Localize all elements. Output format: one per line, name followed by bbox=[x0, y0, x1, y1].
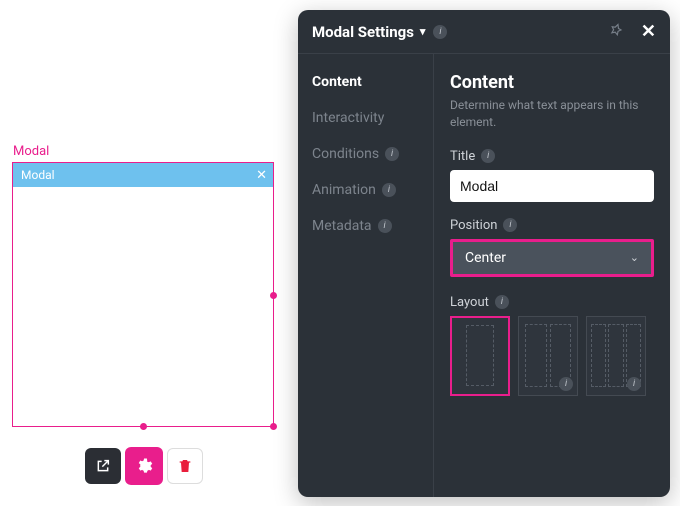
label-text: Position bbox=[450, 218, 497, 233]
position-select[interactable]: Center ⌄ bbox=[453, 242, 651, 274]
tab-label: Metadata bbox=[312, 218, 372, 234]
panel-title-text: Modal Settings bbox=[312, 23, 414, 41]
layout-option-single[interactable] bbox=[450, 316, 510, 396]
canvas-modal-title: Modal bbox=[21, 168, 55, 182]
info-icon: i bbox=[627, 377, 641, 391]
close-icon[interactable]: ✕ bbox=[641, 21, 656, 42]
settings-panel: Modal Settings ▾ i ✕ Content Interactivi… bbox=[298, 10, 670, 497]
pin-icon[interactable] bbox=[609, 23, 623, 41]
position-select-highlight: Center ⌄ bbox=[450, 239, 654, 277]
tab-interactivity[interactable]: Interactivity bbox=[312, 110, 419, 126]
layout-option-three-col[interactable]: i bbox=[586, 316, 646, 396]
info-icon[interactable]: i bbox=[503, 218, 517, 232]
label-text: Title bbox=[450, 149, 475, 164]
info-icon[interactable]: i bbox=[433, 25, 447, 39]
canvas-element-label: Modal bbox=[13, 144, 49, 159]
info-icon: i bbox=[385, 147, 399, 161]
tab-metadata[interactable]: Metadata i bbox=[312, 218, 419, 234]
tab-label: Interactivity bbox=[312, 110, 384, 126]
chevron-down-icon: ▾ bbox=[420, 25, 426, 38]
panel-title-dropdown[interactable]: Modal Settings ▾ bbox=[312, 23, 425, 41]
delete-button[interactable] bbox=[167, 448, 203, 484]
layout-field-label: Layout i bbox=[450, 295, 654, 310]
tab-label: Conditions bbox=[312, 146, 379, 162]
panel-header: Modal Settings ▾ i ✕ bbox=[298, 10, 670, 54]
tab-animation[interactable]: Animation i bbox=[312, 182, 419, 198]
panel-tabs: Content Interactivity Conditions i Anima… bbox=[298, 54, 434, 497]
canvas-modal[interactable]: Modal ✕ bbox=[12, 162, 274, 427]
settings-button[interactable] bbox=[128, 450, 160, 482]
info-icon[interactable]: i bbox=[481, 149, 495, 163]
canvas-modal-header[interactable]: Modal ✕ bbox=[13, 163, 273, 187]
tab-content[interactable]: Content bbox=[312, 74, 419, 90]
info-icon: i bbox=[382, 183, 396, 197]
chevron-down-icon: ⌄ bbox=[630, 251, 639, 264]
panel-content: Content Determine what text appears in t… bbox=[434, 54, 670, 497]
info-icon: i bbox=[559, 377, 573, 391]
section-description: Determine what text appears in this elem… bbox=[450, 97, 654, 131]
info-icon[interactable]: i bbox=[495, 295, 509, 309]
info-icon: i bbox=[378, 219, 392, 233]
layout-options: i i bbox=[450, 316, 654, 396]
selection-handle-bottom[interactable] bbox=[140, 423, 147, 430]
section-title: Content bbox=[450, 72, 654, 93]
selection-handle-corner[interactable] bbox=[270, 423, 277, 430]
tab-label: Content bbox=[312, 74, 362, 90]
open-external-button[interactable] bbox=[85, 448, 121, 484]
label-text: Layout bbox=[450, 295, 489, 310]
select-value: Center bbox=[465, 250, 506, 266]
tab-label: Animation bbox=[312, 182, 376, 198]
canvas-modal-close-icon[interactable]: ✕ bbox=[256, 168, 267, 183]
settings-button-highlight bbox=[125, 447, 163, 485]
tab-conditions[interactable]: Conditions i bbox=[312, 146, 419, 162]
layout-option-two-col[interactable]: i bbox=[518, 316, 578, 396]
title-field-label: Title i bbox=[450, 149, 654, 164]
title-input[interactable] bbox=[450, 170, 654, 202]
selection-handle-right[interactable] bbox=[270, 292, 277, 299]
element-toolbar bbox=[85, 447, 203, 485]
position-field-label: Position i bbox=[450, 218, 654, 233]
